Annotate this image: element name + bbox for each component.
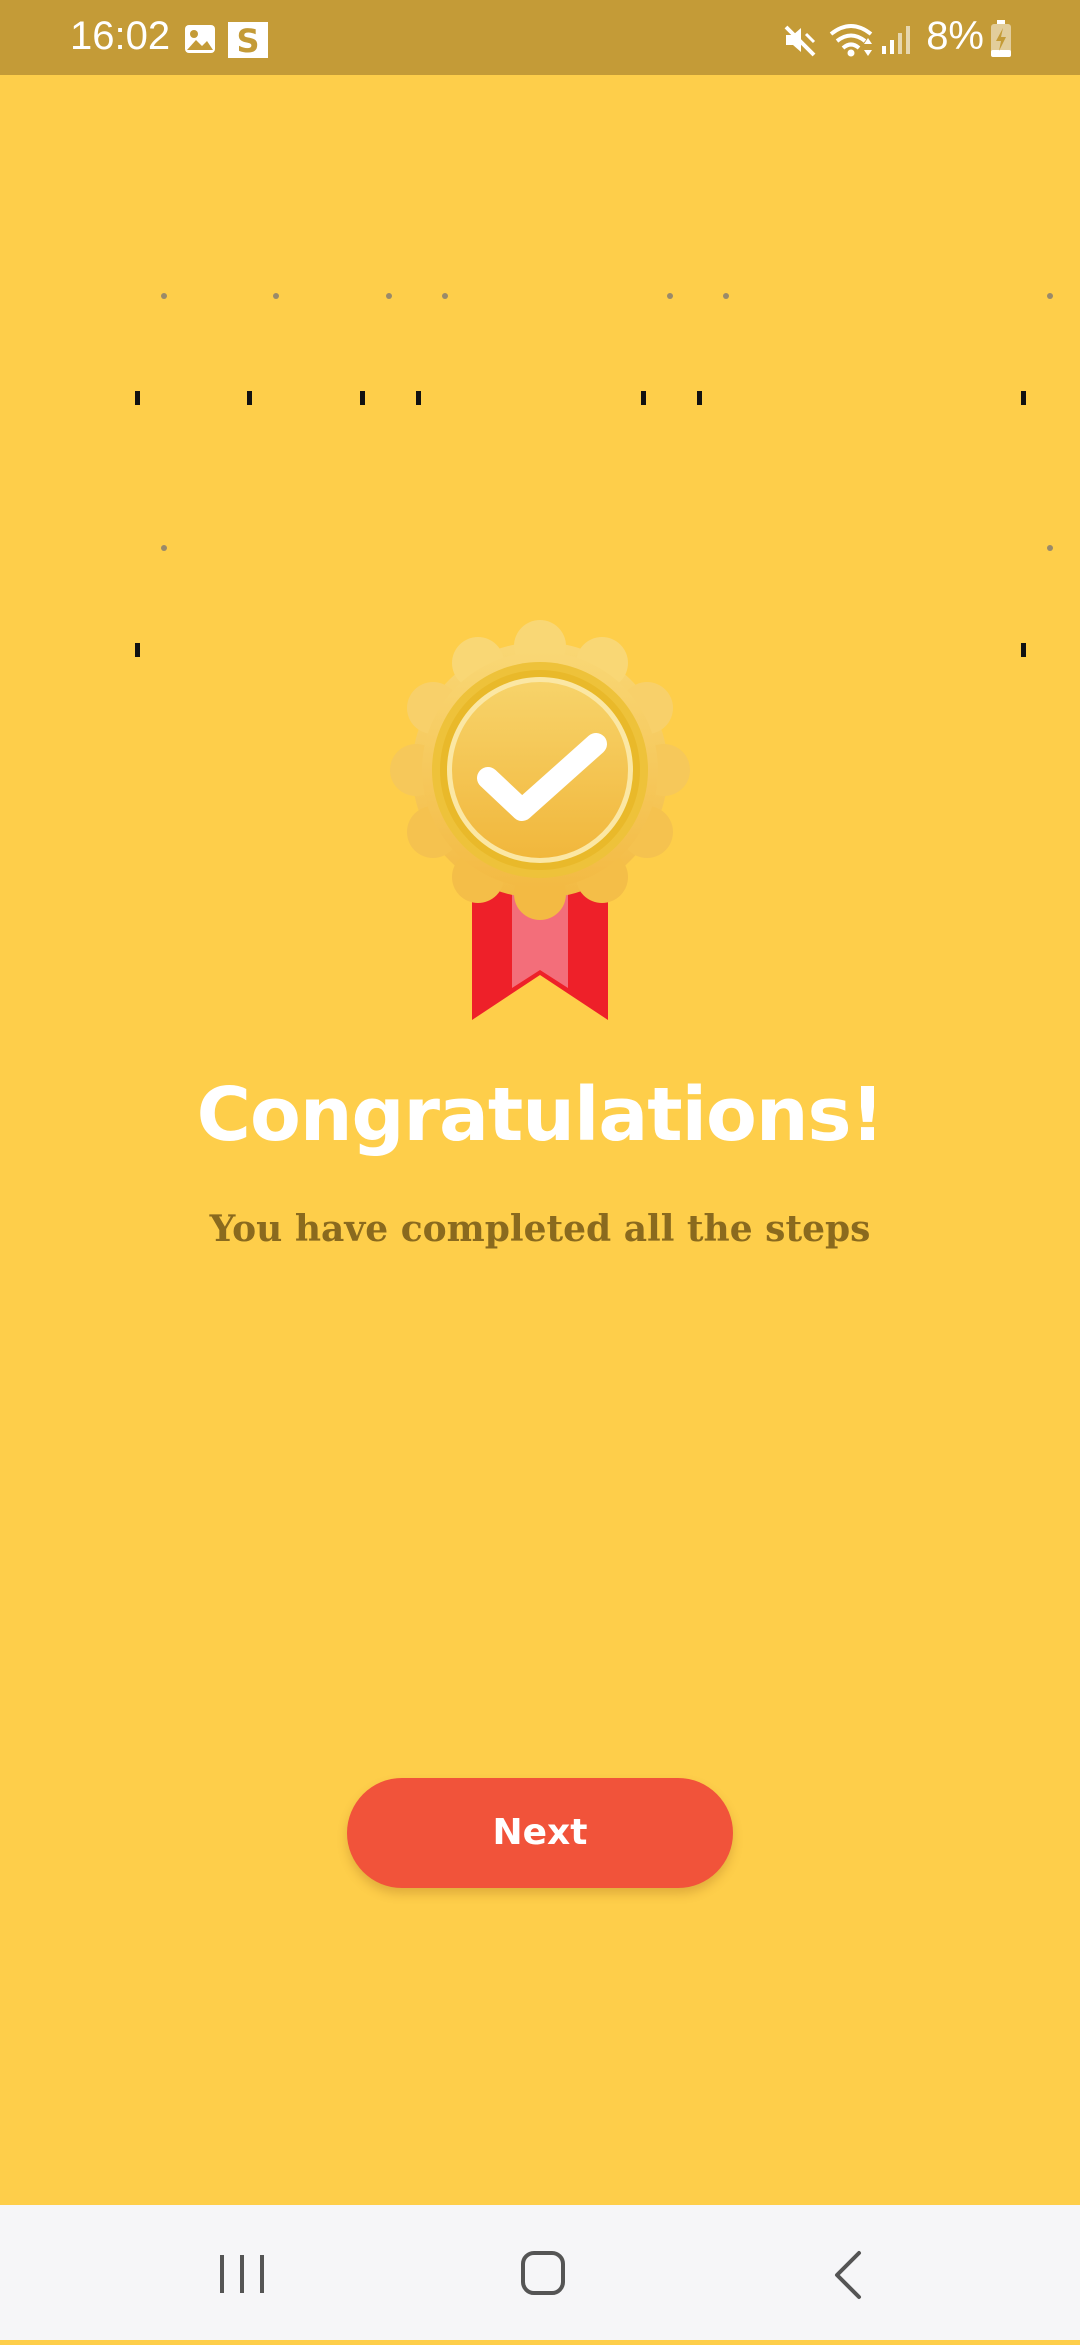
s-app-icon: S <box>228 22 268 58</box>
artifact-dot <box>1047 293 1053 299</box>
artifact-dot <box>386 293 392 299</box>
wifi-icon <box>829 24 873 57</box>
artifact-dot <box>723 293 729 299</box>
recent-apps-icon <box>220 2255 264 2293</box>
artifact-dot <box>1047 545 1053 551</box>
artifact-mark <box>247 391 252 405</box>
artifact-dot <box>161 293 167 299</box>
artifact-dot <box>667 293 673 299</box>
page-title: Congratulations! <box>196 1072 885 1158</box>
system-nav-bar <box>0 2205 1080 2340</box>
artifact-mark <box>135 391 140 405</box>
back-button[interactable] <box>747 2205 947 2340</box>
artifact-mark <box>416 391 421 405</box>
artifact-mark <box>1021 643 1026 657</box>
recent-apps-button[interactable] <box>142 2205 342 2340</box>
home-icon <box>521 2251 565 2295</box>
artifact-mark <box>1021 391 1026 405</box>
artifact-dot <box>273 293 279 299</box>
artifact-mark <box>360 391 365 405</box>
battery-charging-icon <box>991 20 1011 57</box>
status-bar: 16:02 S 8% <box>0 0 1080 75</box>
gallery-icon <box>185 25 215 53</box>
mute-icon <box>784 25 816 57</box>
artifact-mark <box>697 391 702 405</box>
next-button[interactable]: Next <box>347 1778 733 1888</box>
artifact-mark <box>135 643 140 657</box>
svg-text:S: S <box>236 22 259 58</box>
artifact-mark <box>641 391 646 405</box>
artifact-dot <box>161 545 167 551</box>
award-badge-check-icon <box>390 620 690 1020</box>
back-icon <box>835 2251 861 2299</box>
status-time: 16:02 <box>70 14 171 58</box>
home-button[interactable] <box>443 2205 643 2340</box>
artifact-dot <box>442 293 448 299</box>
signal-icon <box>882 26 910 54</box>
page-subtitle: You have completed all the steps <box>209 1208 871 1250</box>
battery-percent: 8% <box>926 14 984 58</box>
